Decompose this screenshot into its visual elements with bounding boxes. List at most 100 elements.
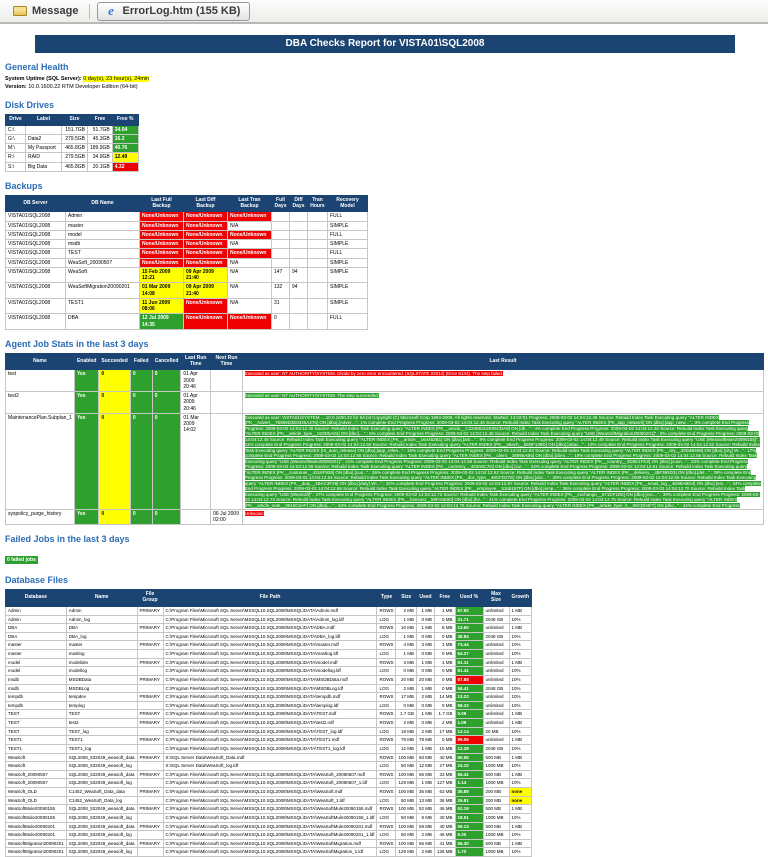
table-cell: 1 MB xyxy=(435,658,456,667)
table-cell: 58.33 xyxy=(455,701,483,710)
table-cell xyxy=(308,258,328,267)
column-header: Last Run Time xyxy=(181,353,211,370)
table-cell: 0 xyxy=(152,392,181,414)
table-cell: N/A xyxy=(228,267,272,283)
table-cell: LOG xyxy=(377,650,396,659)
tab-separator xyxy=(89,4,90,19)
table-cell: 10% xyxy=(509,641,532,650)
table-row: G:\Data2279.5GB45.3GB16.2 xyxy=(6,134,139,143)
table-cell: Admin xyxy=(66,212,140,221)
table-cell: 0 xyxy=(130,413,152,509)
table-row: mastermasterPRIMARYC:\Program Files\Micr… xyxy=(6,641,532,650)
table-cell: None/Unknown xyxy=(140,212,184,221)
table-cell: 46 MB xyxy=(435,805,456,814)
failed-jobs-badge: 0 failed jobs xyxy=(5,556,38,564)
table-cell: 2 MB xyxy=(396,606,417,615)
table-cell xyxy=(137,615,163,624)
table-cell: R:\ xyxy=(6,153,26,162)
column-header: Last Full Backup xyxy=(140,195,184,212)
attachment-tab[interactable]: e ErrorLog.htm (155 KB) xyxy=(97,2,250,21)
column-header: Tran Hours xyxy=(308,195,328,212)
table-cell: 0 xyxy=(99,413,130,509)
table-cell: VISTA01\SQL2008 xyxy=(6,230,66,239)
table-cell: test xyxy=(6,370,75,392)
table-cell: WeaSoftMigration20090201 xyxy=(6,848,67,857)
table-cell: 1 MB xyxy=(509,736,532,745)
table-cell xyxy=(308,212,328,221)
attachment-bar: Message e ErrorLog.htm (155 KB) xyxy=(0,0,768,24)
table-cell: 500 MB xyxy=(483,839,509,848)
table-row: R:\RAID279.5GB34.9GB12.49 xyxy=(6,153,139,162)
table-cell: 81.41 xyxy=(455,667,483,676)
table-cell: C:\Program Files\Microsoft SQL Server\MS… xyxy=(163,624,377,633)
table-cell: unlimited xyxy=(483,606,509,615)
table-cell: 31 xyxy=(272,298,290,314)
section-heading-general-health: General Health xyxy=(5,62,764,72)
table-cell: WeaSoft xyxy=(66,267,140,283)
table-cell: WeaSoftMule20090201 xyxy=(6,831,67,840)
table-cell: ROWS xyxy=(377,736,396,745)
table-cell: 0 MB xyxy=(416,632,434,641)
table-row: AdminAdminPRIMARYC:\Program Files\Micros… xyxy=(6,606,532,615)
table-cell: ROWS xyxy=(377,675,396,684)
table-cell: N/A xyxy=(228,298,272,314)
table-cell: modellog xyxy=(66,667,137,676)
table-cell: 06 Jul 2009 02:00 xyxy=(211,509,243,525)
table-cell xyxy=(137,813,163,822)
table-cell: 36 MB xyxy=(416,788,434,797)
table-cell: 26.81 xyxy=(455,796,483,805)
table-cell: 17 MB xyxy=(435,727,456,736)
table-cell: VISTA01\SQL2008 xyxy=(6,240,66,249)
table-cell: tempdev xyxy=(66,693,137,702)
table-cell: 01 Apr 2009 20:46 xyxy=(181,370,211,392)
table-header-row: DriveLabelSizeFreeFree % xyxy=(6,114,139,125)
table-cell: PRIMARY xyxy=(137,719,163,728)
table-cell: 1 MB xyxy=(509,606,532,615)
table-row: modelmodellogC:\Program Files\Microsoft … xyxy=(6,667,532,676)
table-cell: C:\Program Files\Microsoft SQL Server\MS… xyxy=(163,675,377,684)
table-cell: msdb xyxy=(6,675,67,684)
table-cell: C:\Program Files\Microsoft SQL Server\MS… xyxy=(163,796,377,805)
table-cell: SQL2008_532049_weasoft_log xyxy=(66,779,137,788)
table-cell xyxy=(211,392,243,414)
table-cell: 2 MB xyxy=(435,719,456,728)
table-row: M:\My Passport465.8GB189.9GB40.76 xyxy=(6,144,139,153)
table-row: S:\Big Data465.8GB20.1GB4.32 xyxy=(6,162,139,171)
table-cell: 12 Jul 2009 14:35 xyxy=(140,314,184,330)
table-cell: 465.8GB xyxy=(62,162,88,171)
table-cell xyxy=(290,314,308,330)
table-cell: S:\SQL Server Data\WeaSoft_log.ldf xyxy=(163,762,377,771)
status-text: Executed as user: VISTA01\SYSTEM. ...10.… xyxy=(245,415,761,508)
table-cell: 10% xyxy=(509,650,532,659)
table-cell: S:\ xyxy=(6,162,26,171)
table-row: WeaSoft_20090507SQL2008_532049_weasoft_d… xyxy=(6,770,532,779)
table-cell: WeaSoft_20090507 xyxy=(66,258,140,267)
table-row: DBADBA_logC:\Program Files\Microsoft SQL… xyxy=(6,632,532,641)
table-cell: SIMPLE xyxy=(328,221,368,230)
table-cell: 0 MB xyxy=(435,701,456,710)
message-tab[interactable]: Message xyxy=(9,3,82,19)
table-cell xyxy=(137,667,163,676)
table-cell: TEST1_log xyxy=(66,744,137,753)
table-cell: 34.9GB xyxy=(88,153,113,162)
table-cell: None/Unknown xyxy=(184,298,228,314)
table-cell: None/Unknown xyxy=(140,230,184,239)
table-cell: 52.19 xyxy=(455,805,483,814)
table-cell: 1 MB xyxy=(396,650,417,659)
table-cell: 17 MB xyxy=(396,693,417,702)
table-cell: MSDBData xyxy=(66,675,137,684)
table-cell: WeaSoft_20090507 xyxy=(6,779,67,788)
table-row: WeaSoftMule20090155SQL2008_532049_weasof… xyxy=(6,805,532,814)
table-row: VISTA01\SQL2008WeaSoft_20090507None/Unkn… xyxy=(6,258,368,267)
table-row: test2Yes00001 Apr 2009 20:46Executed as … xyxy=(6,392,764,414)
table-row: msdbMSDBLogC:\Program Files\Microsoft SQ… xyxy=(6,684,532,693)
table-cell: 1 MB xyxy=(416,779,434,788)
table-cell: C:\Program Files\Microsoft SQL Server\MS… xyxy=(163,822,377,831)
table-cell: 99.06 xyxy=(455,736,483,745)
table-cell: 94 xyxy=(290,267,308,283)
table-row: AdminAdmin_logC:\Program Files\Microsoft… xyxy=(6,615,532,624)
table-cell: 10% xyxy=(509,701,532,710)
table-cell: ROWS xyxy=(377,624,396,633)
table-cell: M:\ xyxy=(6,144,26,153)
ie-icon: e xyxy=(104,5,117,18)
